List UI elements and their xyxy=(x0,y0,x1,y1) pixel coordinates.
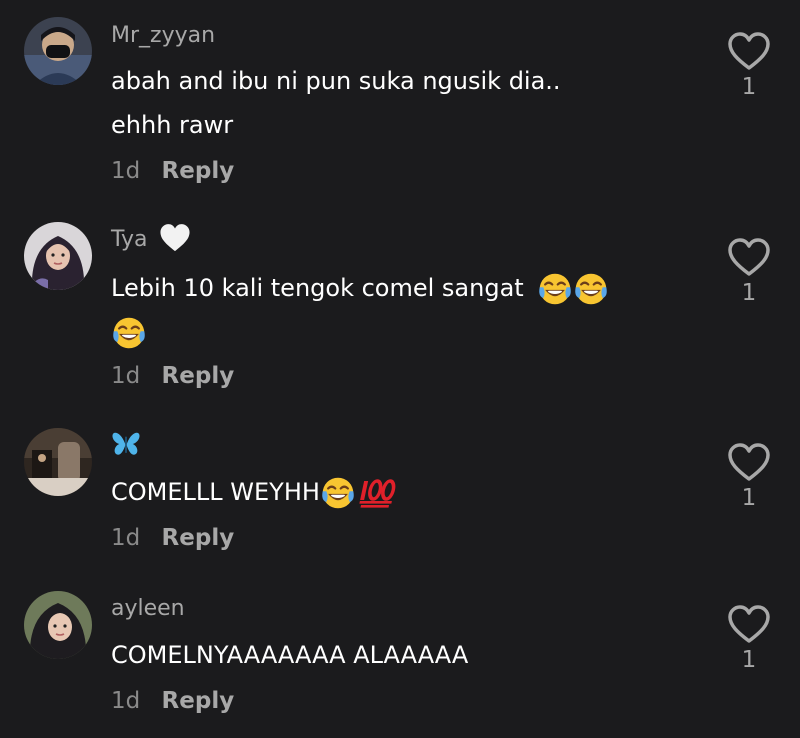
heart-outline-icon xyxy=(728,238,770,276)
reply-button[interactable]: Reply xyxy=(162,158,235,184)
comment-username[interactable]: Mr_zyyan xyxy=(111,22,215,50)
like-count: 1 xyxy=(741,485,757,511)
like-count: 1 xyxy=(741,647,757,673)
comment-text-line: abah and ibu ni pun suka ngusik dia.. xyxy=(111,67,561,95)
like-button[interactable]: 1 xyxy=(726,238,772,306)
avatar[interactable] xyxy=(24,428,92,496)
hundred-points-icon xyxy=(359,479,396,508)
like-count: 1 xyxy=(741,74,757,100)
username-text: Tya xyxy=(111,227,148,252)
comment-timestamp: 1d xyxy=(111,525,141,551)
face-with-tears-of-joy-icon xyxy=(113,317,145,349)
comment-text-line: COMELNYAAAAAAA ALAAAAA xyxy=(111,641,469,669)
face-with-tears-of-joy-icon xyxy=(322,477,354,509)
reply-button[interactable]: Reply xyxy=(162,363,235,389)
avatar[interactable] xyxy=(24,591,92,659)
comment-username[interactable]: ayleen xyxy=(111,595,185,623)
heart-outline-icon xyxy=(728,32,770,70)
blue-butterfly-icon xyxy=(112,432,140,455)
avatar[interactable] xyxy=(24,17,92,85)
white-heart-icon xyxy=(159,224,190,252)
comment-text-line: COMELLL WEYHH xyxy=(111,478,320,506)
comment-timestamp: 1d xyxy=(111,363,141,389)
comment-meta: 1d Reply xyxy=(111,686,234,716)
comment-meta: 1d Reply xyxy=(111,523,234,553)
heart-outline-icon xyxy=(728,605,770,643)
comment-text: COMELLL WEYHH xyxy=(111,470,701,514)
comment-text: COMELNYAAAAAAA ALAAAAA xyxy=(111,633,701,677)
avatar[interactable] xyxy=(24,222,92,290)
comment-text: abah and ibu ni pun suka ngusik dia.. eh… xyxy=(111,59,701,147)
face-with-tears-of-joy-icon xyxy=(575,273,608,305)
heart-outline-icon xyxy=(728,443,770,481)
comment-text-line: Lebih 10 kali tengok comel sangat xyxy=(111,274,524,302)
comment-username[interactable] xyxy=(111,430,141,458)
comment-timestamp: 1d xyxy=(111,158,141,184)
like-button[interactable]: 1 xyxy=(726,443,772,511)
like-button[interactable]: 1 xyxy=(726,32,772,100)
like-button[interactable]: 1 xyxy=(726,605,772,673)
reply-button[interactable]: Reply xyxy=(162,688,235,714)
reply-button[interactable]: Reply xyxy=(162,525,235,551)
comments-list: Mr_zyyan abah and ibu ni pun suka ngusik… xyxy=(0,0,800,738)
face-with-tears-of-joy-icon xyxy=(539,273,572,305)
comment-timestamp: 1d xyxy=(111,688,141,714)
comment-username[interactable]: Tya xyxy=(111,224,191,254)
like-count: 1 xyxy=(741,280,757,306)
comment-meta: 1d Reply xyxy=(111,156,234,186)
comment-text-line: ehhh rawr xyxy=(111,111,234,139)
comment-text: Lebih 10 kali tengok comel sangat xyxy=(111,266,701,354)
comment-meta: 1d Reply xyxy=(111,361,234,391)
